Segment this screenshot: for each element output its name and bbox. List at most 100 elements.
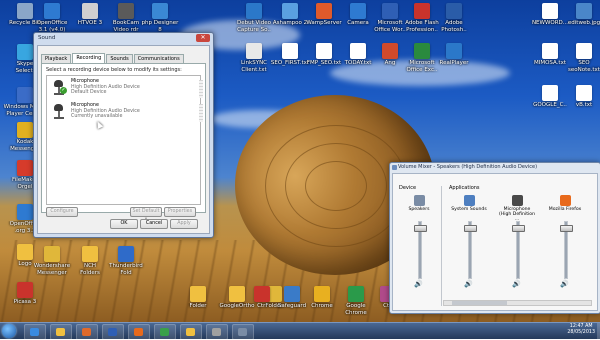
shortcut-icon xyxy=(118,246,134,262)
mute-speaker-icon[interactable]: 🔊 xyxy=(560,280,569,288)
tab-bar: Playback Recording Sounds Communications xyxy=(41,53,185,63)
desktop-icon[interactable]: php Designer 8 xyxy=(138,3,182,33)
volume-mixer-body: Device Applications Speakers 🔊 System Soun… xyxy=(392,173,598,311)
channel-label: System Sounds xyxy=(451,207,487,212)
channel-app-icon xyxy=(413,195,425,206)
clock[interactable]: 12:47 AM 28/05/2013 xyxy=(567,324,595,336)
shortcut-icon xyxy=(44,3,60,19)
shortcut-icon xyxy=(350,3,366,19)
shortcut-icon xyxy=(382,43,398,59)
shortcut-icon xyxy=(542,3,558,19)
shortcut-icon xyxy=(118,3,134,19)
shortcut-icon xyxy=(414,3,430,19)
device-status: Default Device xyxy=(71,90,107,95)
folder-icon xyxy=(186,328,195,336)
mixer-channel: Speakers xyxy=(399,195,439,218)
desktop-icon-label: Folder xyxy=(189,303,207,309)
channel-app-icon xyxy=(559,195,571,206)
shortcut-icon xyxy=(254,286,270,302)
desktop-icon-label: RealPlayer xyxy=(439,60,469,66)
ok-button[interactable]: OK xyxy=(110,219,138,229)
volume-mixer-window: Volume Mixer - Speakers (High Definition… xyxy=(389,162,600,314)
column-divider xyxy=(441,186,442,306)
shortcut-icon xyxy=(576,85,592,101)
desktop-icon[interactable]: Picasa 3 xyxy=(3,282,47,306)
device-buttons: Configure Set Default ▾ Properties xyxy=(46,207,201,222)
channel-app-icon xyxy=(511,195,523,206)
volume-slider[interactable] xyxy=(414,221,427,279)
desktop-icon[interactable]: Thunderbird Fold xyxy=(104,246,148,276)
level-meter xyxy=(199,104,203,122)
shortcut-icon xyxy=(17,204,33,220)
clock-date: 28/05/2013 xyxy=(567,330,595,335)
channel-label: Mozilla Firefox xyxy=(548,207,582,212)
recording-panel: Select a recording device below to modif… xyxy=(41,63,206,222)
tab-sounds[interactable]: Sounds xyxy=(106,54,133,63)
desktop-icon[interactable]: vB.txt xyxy=(562,85,600,109)
volume-slider-thumb[interactable] xyxy=(414,225,427,232)
configure-button[interactable]: Configure xyxy=(46,207,78,217)
media-icon xyxy=(82,328,91,336)
shortcut-icon xyxy=(17,44,33,60)
channel-app-icon xyxy=(463,195,475,206)
channel-label: Speakers xyxy=(408,207,430,212)
desktop-icon[interactable]: editweb.jpg xyxy=(562,3,600,27)
device-item-microphone-default[interactable]: ✓ Microphone High Definition Audio Devic… xyxy=(49,78,203,100)
shortcut-icon xyxy=(348,286,364,302)
shortcut-icon xyxy=(542,85,558,101)
tab-playback[interactable]: Playback xyxy=(41,54,72,63)
shortcut-icon xyxy=(190,286,206,302)
scrollbar-thumb[interactable] xyxy=(452,301,507,305)
sound-icon xyxy=(238,328,247,336)
shortcut-icon xyxy=(414,43,430,59)
volume-slider[interactable] xyxy=(560,221,573,279)
mixer-channel: System Sounds xyxy=(449,195,489,218)
word-icon xyxy=(108,328,117,336)
shortcut-icon xyxy=(82,3,98,19)
applications-header: Applications xyxy=(449,185,480,191)
volume-slider-thumb[interactable] xyxy=(464,225,477,232)
desktop-icon[interactable]: Adobe Photosh.. xyxy=(432,3,476,33)
volume-slider-thumb[interactable] xyxy=(512,225,525,232)
firefox-icon xyxy=(134,328,143,336)
device-item-microphone-unavailable[interactable]: Microphone High Definition Audio Device … xyxy=(49,102,203,124)
tab-communications[interactable]: Communications xyxy=(133,54,184,63)
volume-slider[interactable] xyxy=(512,221,525,279)
shortcut-icon xyxy=(350,43,366,59)
desktop-icon-label: Picasa 3 xyxy=(13,299,37,305)
volume-slider[interactable] xyxy=(464,221,477,279)
volume-mixer-title-bar: Volume Mixer - Speakers (High Definition… xyxy=(390,163,600,172)
shortcut-icon xyxy=(542,43,558,59)
shortcut-icon xyxy=(316,43,332,59)
desktop-icon[interactable]: Folder xyxy=(176,286,220,310)
desktop-icon[interactable]: RealPlayer xyxy=(432,43,476,67)
close-button[interactable]: ✕ xyxy=(196,34,210,42)
desktop-icon-label: vB.txt xyxy=(575,102,593,108)
apply-button[interactable]: Apply xyxy=(170,219,198,229)
settings-icon xyxy=(212,328,221,336)
sound-dialog: Sound ✕ Playback Recording Sounds Commun… xyxy=(33,32,214,238)
properties-button[interactable]: Properties xyxy=(164,207,196,217)
desktop-icon[interactable]: SEO seoNote.txt xyxy=(562,43,600,73)
horizontal-scrollbar[interactable] xyxy=(443,300,592,306)
sound-dialog-title: Sound xyxy=(38,35,56,41)
tab-recording[interactable]: Recording xyxy=(72,53,106,63)
volume-mixer-title: Volume Mixer - Speakers (High Definition… xyxy=(398,164,538,170)
set-default-button[interactable]: Set Default ▾ xyxy=(130,207,162,222)
system-tray: 12:47 AM 28/05/2013 xyxy=(510,323,600,339)
mixer-channel: Microphone (High Definition ... xyxy=(497,195,537,223)
volume-slider-thumb[interactable] xyxy=(560,225,573,232)
shortcut-icon xyxy=(282,3,298,19)
shortcut-icon xyxy=(246,43,262,59)
mute-speaker-icon[interactable]: 🔊 xyxy=(512,280,521,288)
default-check-icon: ✓ xyxy=(60,87,67,94)
start-button[interactable] xyxy=(2,324,16,338)
cancel-button[interactable]: Cancel xyxy=(140,219,168,229)
mute-speaker-icon[interactable]: 🔊 xyxy=(464,280,473,288)
shortcut-icon xyxy=(284,286,300,302)
instruction-text: Select a recording device below to modif… xyxy=(46,67,182,73)
mute-speaker-icon[interactable]: 🔊 xyxy=(414,280,423,288)
microphone-icon xyxy=(51,104,67,120)
ie-icon xyxy=(30,328,39,336)
shortcut-icon xyxy=(152,3,168,19)
